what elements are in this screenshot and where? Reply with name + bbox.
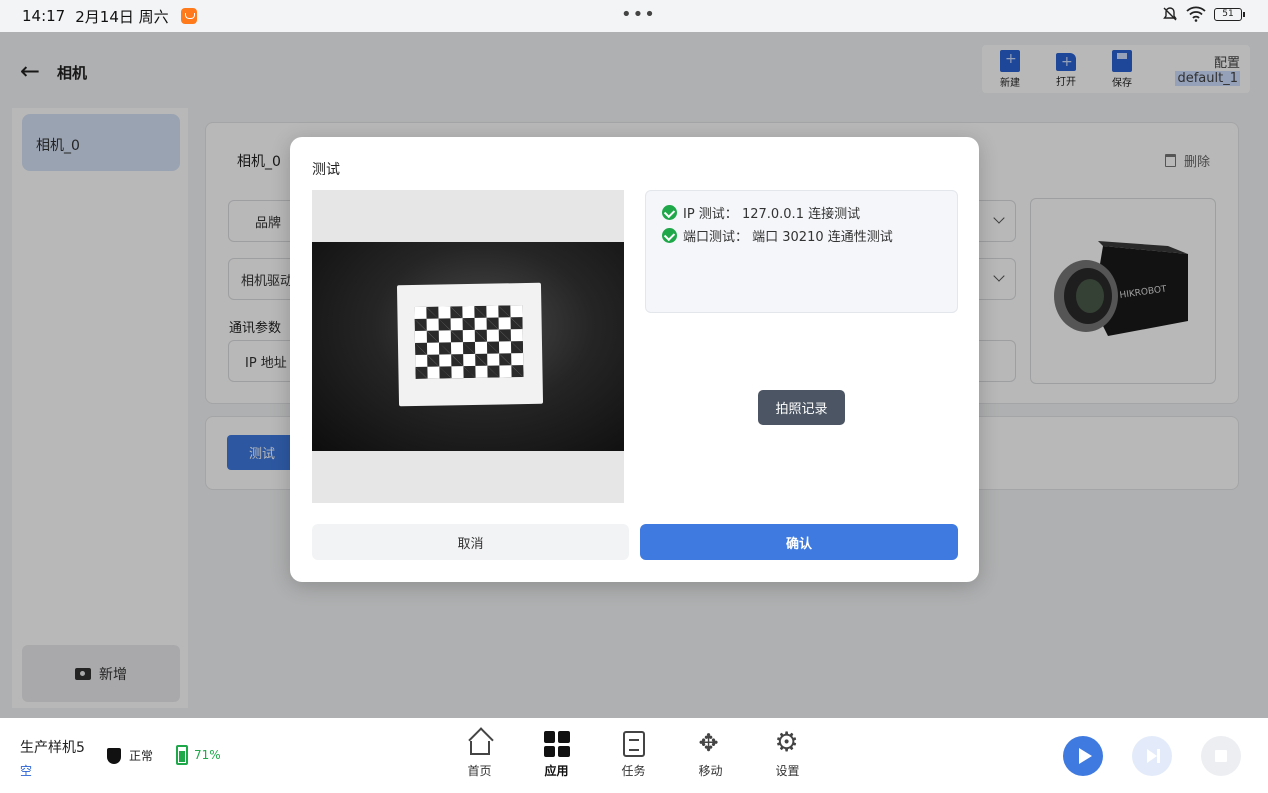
robot-battery: 71% [176, 745, 221, 765]
log-line: 端口测试： 端口 30210 连通性测试 [662, 224, 941, 247]
status-text: 正常 [129, 749, 154, 763]
nav-label: 任务 [621, 764, 646, 778]
cancel-button[interactable]: 取消 [312, 524, 629, 560]
nav-label: 移动 [698, 764, 723, 778]
test-dialog: 测试 IP 测试： 127.0.0.1 连接测试 端口测试： 端口 30210 … [290, 137, 979, 582]
nav-move[interactable]: 移动 [672, 729, 749, 779]
battery-text: 71% [194, 748, 221, 762]
nav-apps[interactable]: 应用 [518, 731, 595, 779]
check-circle-icon [662, 205, 677, 220]
machine-substatus: 空 [20, 764, 33, 778]
dialog-title: 测试 [312, 162, 340, 178]
log-line: IP 测试： 127.0.0.1 连接测试 [662, 201, 941, 224]
battery-icon [176, 745, 188, 765]
battery-status-icon: 51 [1214, 7, 1245, 21]
settings-icon [775, 727, 801, 758]
play-button[interactable] [1063, 736, 1103, 776]
machine-name: 生产样机5 [20, 740, 85, 756]
mute-icon [1163, 7, 1177, 21]
more-dots-icon[interactable]: ••• [621, 6, 656, 24]
log-text: IP 测试： 127.0.0.1 连接测试 [683, 207, 861, 222]
nav-tasks[interactable]: 任务 [595, 731, 672, 779]
apps-icon [543, 731, 570, 757]
nav-home[interactable]: 首页 [441, 731, 518, 779]
task-icon [622, 731, 645, 757]
camera-preview [312, 190, 624, 503]
wifi-icon [1186, 6, 1206, 22]
bottom-bar: 生产样机5 空 正常 71% 首页 应用 任务 移动 设置 [0, 718, 1268, 793]
nav-settings[interactable]: 设置 [749, 727, 826, 779]
move-icon [698, 729, 724, 757]
confirm-button[interactable]: 确认 [640, 524, 958, 560]
nav-label: 应用 [544, 764, 569, 778]
system-icons: 51 [1162, 6, 1245, 22]
nav-label: 设置 [775, 764, 800, 778]
checkerboard-pattern [414, 305, 524, 379]
bottom-nav: 首页 应用 任务 移动 设置 [441, 727, 826, 779]
home-icon [469, 741, 490, 755]
test-log-box: IP 测试： 127.0.0.1 连接测试 端口测试： 端口 30210 连通性… [645, 190, 958, 313]
status-time: 14:17 [22, 7, 66, 25]
app-notification-icon [180, 8, 197, 24]
check-circle-icon [662, 228, 677, 243]
machine-status: 正常 [107, 747, 153, 764]
log-text: 端口测试： 端口 30210 连通性测试 [683, 230, 893, 245]
stop-button[interactable] [1201, 736, 1241, 776]
step-button[interactable] [1132, 736, 1172, 776]
calibration-board [396, 282, 544, 407]
status-date: 2月14日 周六 [75, 7, 169, 26]
shield-icon [107, 747, 121, 764]
nav-label: 首页 [467, 764, 492, 778]
photo-log-button[interactable]: 拍照记录 [758, 390, 845, 425]
preview-image [312, 242, 624, 451]
